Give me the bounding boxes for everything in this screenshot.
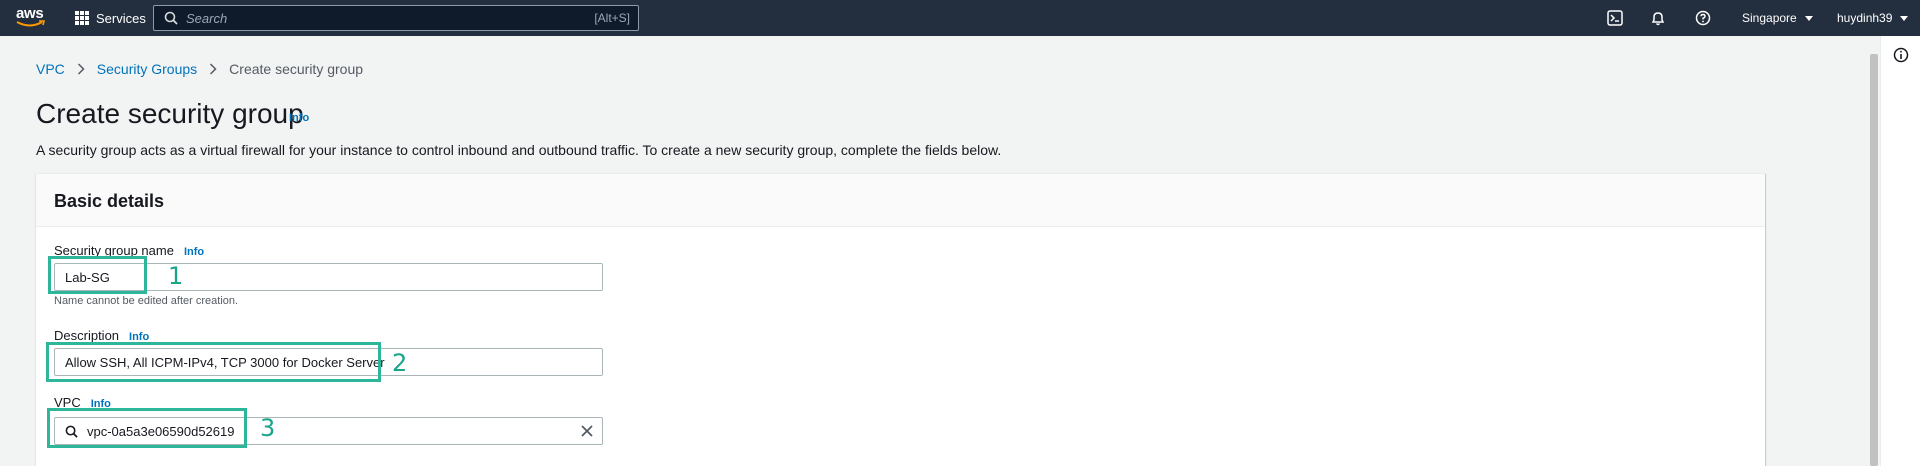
- page-description: A security group acts as a virtual firew…: [36, 142, 1002, 158]
- panel-title: Basic details: [54, 191, 165, 211]
- security-group-name-constraint: Name cannot be edited after creation.: [54, 295, 239, 307]
- search-shortcut-hint: [Alt+S]: [594, 11, 630, 25]
- top-navigation-bar: aws Services Search [Alt+S] Singapore hu…: [0, 0, 1920, 36]
- username-label: huydinh39: [1837, 11, 1893, 25]
- services-menu-button[interactable]: Services: [75, 0, 146, 36]
- search-icon: [164, 11, 178, 25]
- chevron-down-icon: [1804, 15, 1813, 21]
- region-selector[interactable]: Singapore: [1742, 0, 1813, 36]
- cloudshell-icon[interactable]: [1607, 10, 1623, 26]
- annotation-number-2: 2: [392, 349, 408, 377]
- page-title: Create security group: [36, 98, 304, 129]
- aws-smile-icon: [16, 20, 46, 27]
- region-label: Singapore: [1742, 11, 1797, 25]
- description-label: Description Info: [54, 328, 149, 343]
- annotation-box-3: [47, 408, 247, 448]
- description-label-text: Description: [54, 328, 120, 343]
- chevron-right-icon: [77, 63, 85, 75]
- annotation-number-3: 3: [260, 414, 276, 442]
- help-icon[interactable]: [1695, 10, 1711, 26]
- breadcrumb-current: Create security group: [229, 61, 364, 77]
- title-info-link[interactable]: Info: [289, 112, 309, 124]
- chevron-down-icon: [1900, 15, 1909, 21]
- services-label: Services: [96, 10, 146, 26]
- bell-icon[interactable]: [1650, 10, 1666, 26]
- chevron-right-icon: [209, 63, 217, 75]
- clear-icon[interactable]: [580, 424, 594, 438]
- scrollbar-thumb[interactable]: [1870, 54, 1878, 466]
- aws-logo[interactable]: aws: [14, 5, 48, 30]
- help-panel-rail: [1880, 36, 1920, 466]
- global-search-input[interactable]: Search [Alt+S]: [153, 5, 639, 31]
- info-panel-toggle-icon[interactable]: [1893, 47, 1909, 63]
- annotation-box-2: [46, 342, 381, 382]
- panel-header: Basic details: [36, 174, 1765, 227]
- security-group-name-info-link[interactable]: Info: [184, 246, 204, 258]
- basic-details-panel: Basic details Security group name Info La…: [36, 173, 1765, 466]
- breadcrumb: VPC Security Groups Create security grou…: [36, 60, 363, 78]
- breadcrumb-vpc-link[interactable]: VPC: [36, 61, 65, 77]
- annotation-number-1: 1: [168, 262, 184, 290]
- page-scrollbar[interactable]: [1868, 44, 1880, 466]
- breadcrumb-security-groups-link[interactable]: Security Groups: [97, 61, 197, 77]
- annotation-box-1: [48, 256, 147, 294]
- search-placeholder: Search: [186, 11, 228, 26]
- services-grid-icon: [75, 11, 89, 25]
- account-menu[interactable]: huydinh39: [1837, 0, 1909, 36]
